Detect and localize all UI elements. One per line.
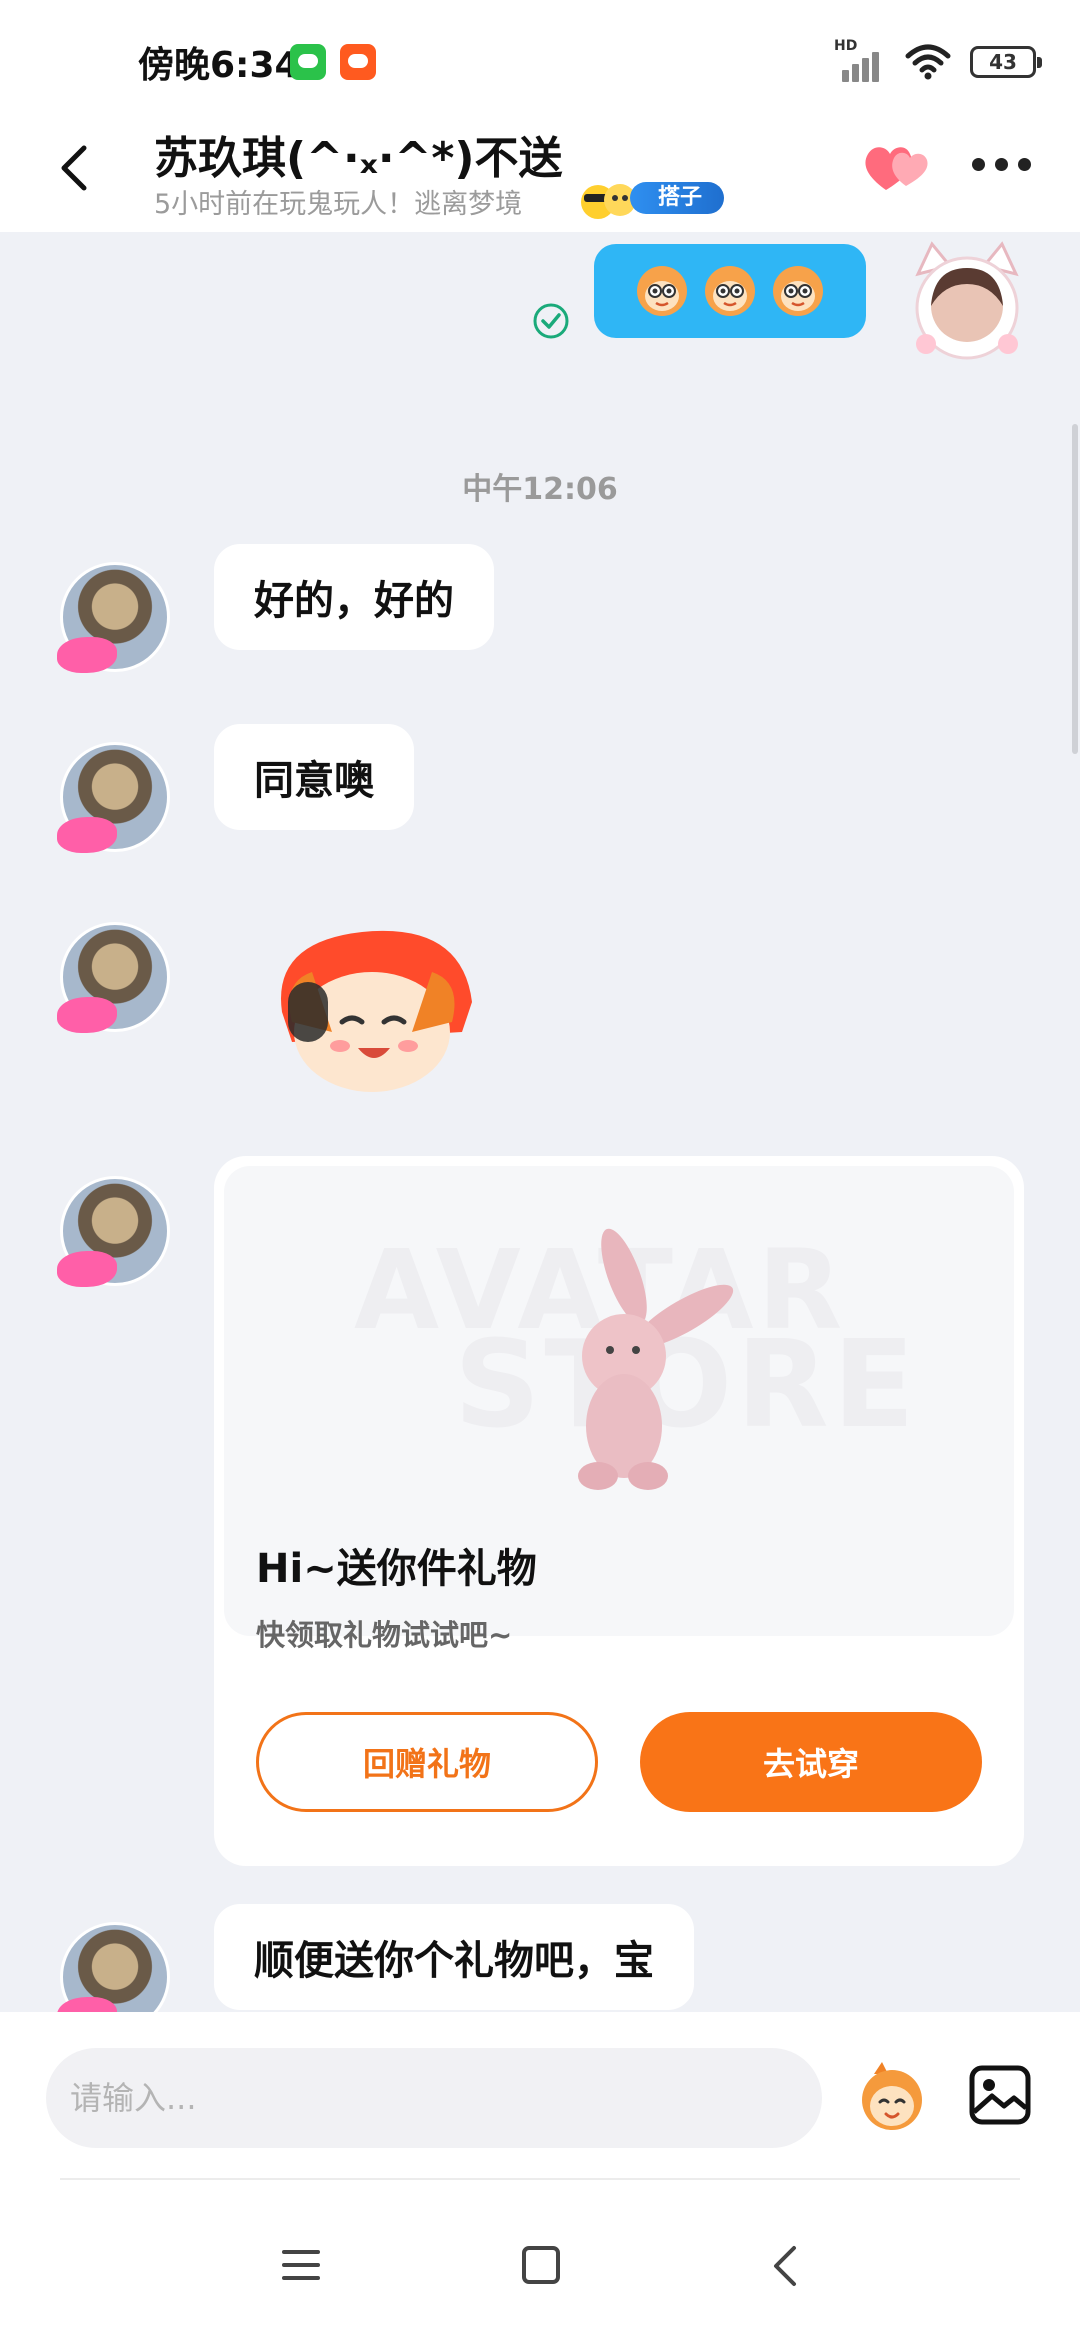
network-type-label: HD bbox=[834, 38, 858, 54]
time-divider: 中午12:06 bbox=[462, 472, 618, 507]
battery-icon: 43 bbox=[970, 46, 1042, 78]
chat-message-list[interactable]: 中午12:06 好的，好的 同意噢 AVATAR STORE Hi~送你件礼物 … bbox=[0, 232, 1080, 2012]
message-input[interactable] bbox=[46, 2048, 822, 2148]
battery-level: 43 bbox=[989, 50, 1017, 74]
cartoon-sticker-image[interactable] bbox=[262, 922, 484, 1102]
try-on-button[interactable]: 去试穿 bbox=[640, 1712, 982, 1812]
wechat-notification-icon bbox=[290, 44, 326, 80]
nav-home-icon[interactable] bbox=[522, 2246, 560, 2284]
monkey-emoji-icon bbox=[637, 266, 687, 316]
scrollbar[interactable] bbox=[1072, 424, 1078, 754]
app-notification-icon bbox=[340, 44, 376, 80]
contact-avatar[interactable] bbox=[57, 1922, 170, 2012]
contact-avatar[interactable] bbox=[57, 562, 170, 673]
chat-header: 苏玖琪(^·ₓ·^*)不送 5小时前在玩鬼玩人！逃离梦境 搭子 bbox=[0, 110, 1080, 232]
partner-badge: 搭子 bbox=[630, 182, 725, 214]
image-picker-icon[interactable] bbox=[968, 2064, 1032, 2126]
cellular-signal-icon: HD bbox=[834, 38, 886, 82]
divider bbox=[60, 2178, 1020, 2180]
contact-avatar[interactable] bbox=[57, 742, 170, 853]
received-message[interactable]: 同意噢 bbox=[214, 724, 414, 830]
gift-card[interactable]: AVATAR STORE Hi~送你件礼物 快领取礼物试试吧~ 回赠礼物 去试穿 bbox=[214, 1156, 1024, 1866]
contact-avatar[interactable] bbox=[57, 1176, 170, 1287]
input-bar bbox=[0, 2012, 1080, 2340]
heart-icon[interactable] bbox=[862, 140, 932, 194]
status-time: 傍晚6:34 bbox=[138, 45, 300, 86]
gift-title: Hi~送你件礼物 bbox=[256, 1546, 537, 1592]
wifi-icon bbox=[905, 44, 951, 80]
sent-emoji-message[interactable] bbox=[594, 244, 866, 338]
status-icons: HD 43 bbox=[834, 38, 1042, 84]
contact-avatar[interactable] bbox=[57, 922, 170, 1033]
back-arrow-icon[interactable] bbox=[50, 138, 98, 198]
monkey-emoji-icon bbox=[705, 266, 755, 316]
status-bar: 傍晚6:34 HD 43 bbox=[0, 0, 1080, 110]
gift-subtitle: 快领取礼物试试吧~ bbox=[256, 1618, 513, 1652]
received-message[interactable]: 好的，好的 bbox=[214, 544, 494, 650]
monkey-emoji-icon bbox=[773, 266, 823, 316]
emoji-monkey-icon[interactable] bbox=[852, 2060, 932, 2132]
more-options-icon[interactable] bbox=[972, 158, 1032, 178]
contact-name[interactable]: 苏玖琪(^·ₓ·^*)不送 bbox=[154, 122, 563, 186]
contact-status: 5小时前在玩鬼玩人！逃离梦境 bbox=[154, 189, 523, 220]
nav-menu-icon[interactable] bbox=[282, 2248, 320, 2282]
read-check-icon bbox=[533, 303, 569, 339]
bunny-gift-image bbox=[578, 1228, 734, 1490]
nav-back-icon[interactable] bbox=[770, 2244, 800, 2288]
my-avatar[interactable] bbox=[904, 240, 1030, 366]
return-gift-button[interactable]: 回赠礼物 bbox=[256, 1712, 598, 1812]
received-message[interactable]: 顺便送你个礼物吧，宝 bbox=[214, 1904, 694, 2010]
